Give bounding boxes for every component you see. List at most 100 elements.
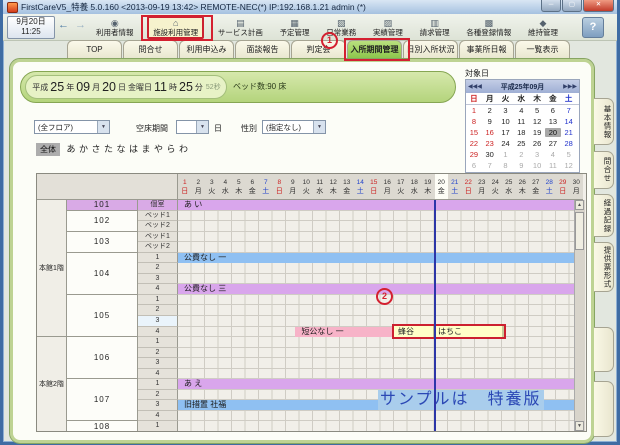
calendar-day[interactable]: 8 (498, 161, 514, 170)
bed-label-cell[interactable]: 1 (138, 295, 178, 306)
day-column-header[interactable]: 23月 (475, 174, 489, 200)
bed-label-cell[interactable]: 3 (138, 400, 178, 411)
kana-filter-letter[interactable]: あ (65, 143, 77, 156)
calendar-day[interactable]: 2 (482, 106, 498, 115)
calendar-day[interactable]: 4 (545, 150, 561, 159)
calendar-day[interactable]: 1 (466, 106, 482, 115)
day-column-header[interactable]: 2月 (192, 174, 206, 200)
toolbar-button-billing-management[interactable]: ▥請求管理 (417, 18, 453, 37)
room-cell[interactable]: 106 (67, 337, 138, 379)
kana-filter-letter[interactable]: わ (178, 143, 190, 156)
bed-label-cell[interactable]: 2 (138, 305, 178, 316)
bed-row[interactable] (178, 232, 583, 243)
bed-row[interactable] (178, 421, 583, 432)
room-cell[interactable]: 103 (67, 232, 138, 253)
calendar-day[interactable]: 16 (482, 128, 498, 137)
kana-filter-letter[interactable]: ま (140, 143, 152, 156)
bed-label-cell[interactable]: 1 (138, 379, 178, 390)
back-arrow-icon[interactable]: ← (58, 19, 69, 31)
calendar-day[interactable]: 25 (513, 139, 529, 148)
kana-filter-letter[interactable]: ら (165, 143, 177, 156)
day-column-header[interactable]: 16月 (381, 174, 395, 200)
room-cell[interactable]: 101 (67, 200, 138, 211)
bed-label-cell[interactable]: ベッド2 (138, 242, 178, 253)
bed-label-cell[interactable]: 個室 (138, 200, 178, 211)
occupancy-bar[interactable]: 公費なし 一 (178, 253, 583, 263)
side-tab-inquiry[interactable]: 問合せ (594, 151, 614, 189)
day-column-header[interactable]: 15日 (367, 174, 381, 200)
calendar-day[interactable]: 20 (545, 128, 561, 137)
calendar-day[interactable]: 14 (561, 117, 577, 126)
day-column-header[interactable]: 7土 (259, 174, 273, 200)
gender-select[interactable]: (指定なし) ▼ (262, 120, 326, 134)
calendar-day[interactable]: 21 (561, 128, 577, 137)
toolbar-button-registration-info[interactable]: ▩各種登録情報 (463, 18, 514, 37)
calendar-next-icon[interactable]: ▶▶▶ (563, 83, 577, 90)
bed-row[interactable] (178, 305, 583, 316)
calendar-day[interactable]: 6 (545, 106, 561, 115)
help-button[interactable]: ? (582, 17, 604, 38)
bed-label-cell[interactable]: 3 (138, 274, 178, 285)
scroll-down-icon[interactable]: ▼ (575, 421, 584, 431)
bed-row[interactable]: あ え (178, 379, 583, 390)
bed-row[interactable]: あ い (178, 200, 583, 211)
day-column-header[interactable]: 29日 (556, 174, 570, 200)
bed-label-cell[interactable]: 4 (138, 369, 178, 380)
bed-label-cell[interactable]: ベッド1 (138, 232, 178, 243)
calendar-day[interactable]: 26 (529, 139, 545, 148)
kana-filter-letter[interactable]: た (103, 143, 115, 156)
bed-row[interactable] (178, 242, 583, 253)
room-cell[interactable]: 104 (67, 253, 138, 295)
calendar-day[interactable]: 9 (513, 161, 529, 170)
maximize-button[interactable]: ▢ (562, 0, 582, 12)
toolbar-button-schedule-management[interactable]: ▦予定管理 (277, 18, 313, 37)
calendar-day[interactable]: 22 (466, 139, 482, 148)
bed-row[interactable] (178, 348, 583, 359)
calendar-day[interactable]: 1 (498, 150, 514, 159)
forward-arrow-icon[interactable]: → (75, 19, 86, 31)
day-column-header[interactable]: 6金 (246, 174, 260, 200)
tab-top[interactable]: TOP (67, 40, 122, 58)
bed-label-cell[interactable]: 3 (138, 316, 178, 327)
calendar-day[interactable]: 7 (561, 106, 577, 115)
calendar-day[interactable]: 11 (545, 161, 561, 170)
calendar-day[interactable]: 18 (513, 128, 529, 137)
bed-label-cell[interactable]: 1 (138, 337, 178, 348)
vacancy-period-select[interactable]: ▼ (176, 120, 209, 134)
tab-interview-report[interactable]: 面談報告 (235, 40, 290, 58)
close-button[interactable]: ✕ (583, 0, 614, 12)
side-tab-progress-record[interactable]: 経過記録 (594, 194, 614, 237)
calendar-day[interactable]: 8 (466, 117, 482, 126)
given-name-field[interactable]: はちこ (434, 326, 504, 337)
tab-inquiry[interactable]: 問合せ (123, 40, 178, 58)
bed-row[interactable] (178, 316, 583, 327)
tab-office-daily-report[interactable]: 事業所日報 (459, 40, 514, 58)
kana-filter-letter[interactable]: さ (90, 143, 102, 156)
day-column-header[interactable]: 9月 (286, 174, 300, 200)
calendar-prev-icon[interactable]: ◀◀◀ (468, 83, 482, 90)
bed-row[interactable]: 短公なし 一 (178, 327, 583, 338)
bed-row[interactable] (178, 221, 583, 232)
bed-label-cell[interactable]: 2 (138, 263, 178, 274)
calendar-day[interactable]: 27 (545, 139, 561, 148)
occupancy-bar[interactable]: あ い (178, 200, 583, 210)
scroll-up-icon[interactable]: ▲ (575, 200, 584, 210)
day-column-header[interactable]: 30月 (570, 174, 584, 200)
tab-daily-admission-status[interactable]: 日別入所状況 (403, 40, 458, 58)
bed-label-cell[interactable]: 3 (138, 358, 178, 369)
calendar-day[interactable]: 23 (482, 139, 498, 148)
day-column-header[interactable]: 21土 (448, 174, 462, 200)
toolbar-button-maintenance[interactable]: ◆維持管理 (525, 18, 561, 37)
calendar-day[interactable]: 28 (561, 139, 577, 148)
day-column-header[interactable]: 26木 (516, 174, 530, 200)
calendar-day[interactable]: 12 (561, 161, 577, 170)
side-tab-blank-2[interactable] (594, 381, 614, 437)
room-cell[interactable]: 102 (67, 211, 138, 232)
bed-label-cell[interactable]: ベッド1 (138, 211, 178, 222)
resident-name-editor[interactable]: 蜂谷 はちこ (392, 324, 506, 339)
calendar-day[interactable]: 24 (498, 139, 514, 148)
side-tab-blank-1[interactable] (594, 327, 614, 372)
day-column-header[interactable]: 12木 (327, 174, 341, 200)
toolbar-button-results-management[interactable]: ▨実績管理 (370, 18, 406, 37)
kana-filter-letter[interactable]: か (78, 143, 90, 156)
